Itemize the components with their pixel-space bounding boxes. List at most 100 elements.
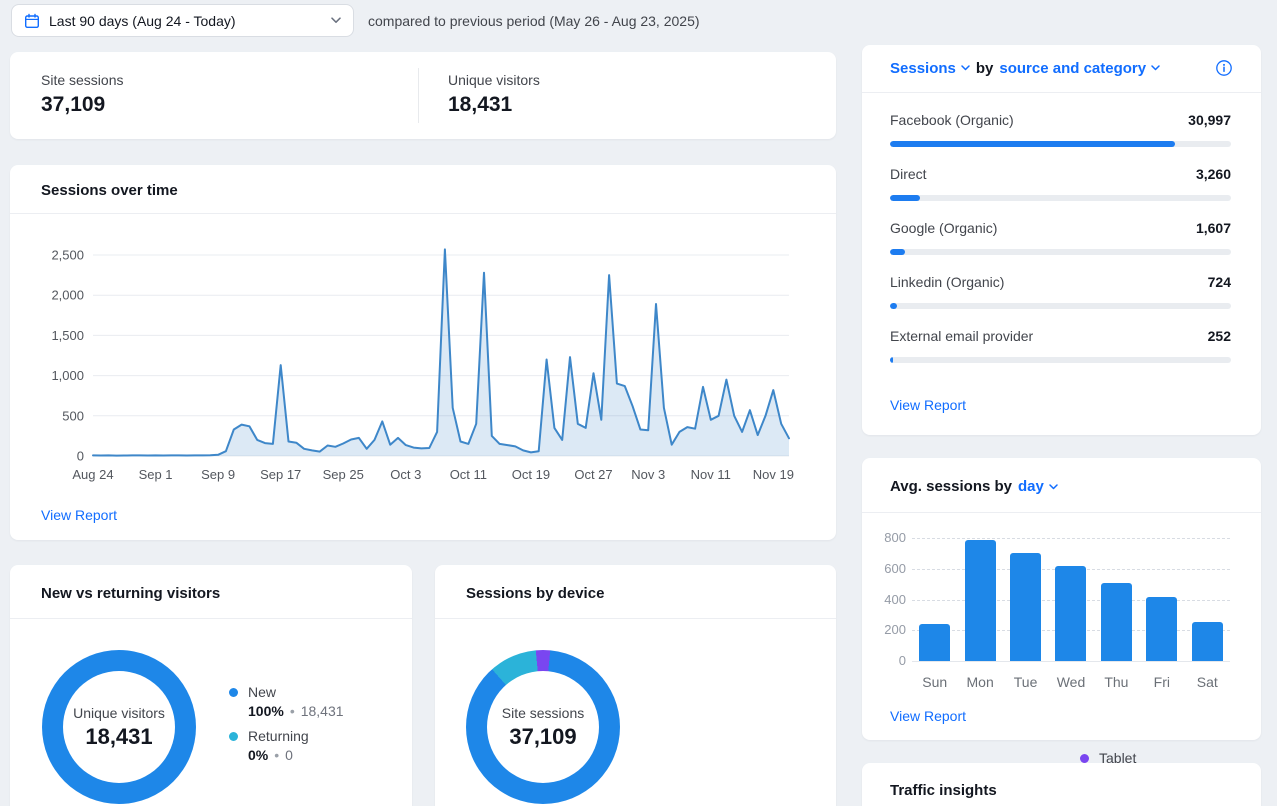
legend-label: Returning [248,728,309,744]
source-value: 252 [1208,328,1231,344]
y-tick-label: 2,000 [51,288,84,303]
source-rows: Facebook (Organic) 30,997 Direct3,260 Googl… [890,106,1231,382]
y-tick-label: 1,500 [51,328,84,343]
source-row: Google (Organic)1,607 [890,220,1231,266]
x-tick-label: Aug 24 [72,467,113,482]
source-bar-fill [890,195,920,201]
kpi-unique-visitors: Unique visitors 18,431 [448,72,540,117]
divider [862,512,1261,513]
date-range-label: Last 90 days (Aug 24 - Today) [49,13,322,29]
sessions-by-source-card: Sessions by source and category Facebook… [862,45,1261,435]
x-tick-label: Nov 3 [631,467,665,482]
kpi-site-sessions: Site sessions 37,109 [41,72,123,117]
x-tick-label: Wed [1048,674,1093,690]
card-title: Traffic insights [890,782,997,799]
source-label: External email provider [890,328,1033,344]
view-report-link[interactable]: View Report [890,397,966,413]
avg-day-bars [912,538,1230,661]
x-tick-label: Nov 19 [753,467,794,482]
bar [919,624,950,661]
x-tick-label: Oct 11 [450,467,487,482]
source-value: 30,997 [1188,112,1231,128]
source-label: Google (Organic) [890,220,997,236]
avg-sessions-by-day-card: Avg. sessions by day 0200400600800 SunMo… [862,458,1261,740]
y-tick-label: 0 [77,449,84,464]
dimension-dropdown-label: source and category [999,60,1146,77]
x-tick-label: Oct 27 [574,467,612,482]
date-range-selector[interactable]: Last 90 days (Aug 24 - Today) [11,4,354,37]
chevron-down-icon [1049,484,1058,490]
x-tick-label: Sun [912,674,957,690]
donut-center-value: 18,431 [85,724,152,750]
source-card-header: Sessions by source and category [890,59,1233,77]
gridline [912,661,1230,662]
x-tick-label: Fri [1139,674,1184,690]
x-tick-label: Sat [1185,674,1230,690]
x-tick-label: Thu [1094,674,1139,690]
source-row: External email provider 252 [890,328,1231,374]
x-tick-label: Sep 1 [139,467,173,482]
info-icon[interactable] [1215,59,1233,77]
legend-pct: 0% [248,747,268,763]
traffic-insights-card: Traffic insights [862,763,1261,806]
dimension-dropdown[interactable]: source and category [999,60,1160,77]
y-tick-label: 1,000 [51,368,84,383]
y-tick-label: 200 [870,622,906,637]
sessions-by-device-donut: Site sessions 37,109 [466,650,620,804]
source-bar-track [890,141,1231,147]
sessions-by-device-card: Sessions by device Site sessions 37,109 … [435,565,836,806]
x-tick-label: Sep 9 [201,467,235,482]
day-dropdown[interactable]: day [1018,478,1058,495]
legend-item: New100%•18,431 [229,684,344,719]
y-tick-label: 800 [870,530,906,545]
legend-item: Returning0%•0 [229,728,344,763]
dot-separator: • [274,747,279,763]
donut-hole: Unique visitors 18,431 [63,671,175,783]
metric-dropdown[interactable]: Sessions [890,60,970,77]
day-dropdown-label: day [1018,478,1044,495]
source-label: Linkedin (Organic) [890,274,1004,290]
divider [10,618,412,619]
source-row: Facebook (Organic) 30,997 [890,112,1231,158]
new-vs-returning-legend: New100%•18,431Returning0%•0 [229,684,344,763]
avg-day-labels: SunMonTueWedThuFriSat [912,674,1230,690]
source-label: Direct [890,166,927,182]
new-vs-returning-card: New vs returning visitors Unique visitor… [10,565,412,806]
new-vs-returning-donut: Unique visitors 18,431 [42,650,196,804]
compare-period-text: compared to previous period (May 26 - Au… [368,13,700,29]
view-report-link[interactable]: View Report [890,708,966,724]
analytics-dashboard: Last 90 days (Aug 24 - Today) compared t… [0,0,1277,806]
card-title: Sessions by device [466,585,604,602]
bar [1101,583,1132,661]
card-title: Avg. sessions by [890,478,1012,495]
metric-dropdown-label: Sessions [890,60,956,77]
source-row: Direct3,260 [890,166,1231,212]
kpi-label: Unique visitors [448,72,540,88]
chevron-down-icon [1151,65,1160,71]
x-tick-label: Oct 3 [390,467,421,482]
divider [862,92,1261,93]
dot-separator: • [290,703,295,719]
source-bar-fill [890,303,897,309]
bar [1192,622,1223,661]
bar [965,540,996,662]
donut-center-label: Site sessions [502,705,584,721]
source-value: 724 [1208,274,1231,290]
y-tick-label: 500 [62,408,84,423]
view-report-link[interactable]: View Report [41,507,117,523]
legend-dot [229,732,238,741]
source-label: Facebook (Organic) [890,112,1014,128]
bar [1055,566,1086,661]
sessions-over-time-card: Sessions over time 05001,0001,5002,0002,… [10,165,836,540]
divider [435,618,836,619]
avg-card-header: Avg. sessions by day [890,478,1058,495]
legend-label: New [248,684,276,700]
donut-hole: Site sessions 37,109 [487,671,599,783]
sessions-line-chart: 05001,0001,5002,0002,500Aug 24Sep 1Sep 9… [10,165,836,540]
by-label: by [976,60,994,77]
donut-center-value: 37,109 [509,724,576,750]
source-bar-fill [890,141,1175,147]
kpi-value: 18,431 [448,93,540,117]
x-tick-label: Sep 25 [323,467,364,482]
kpi-value: 37,109 [41,93,123,117]
